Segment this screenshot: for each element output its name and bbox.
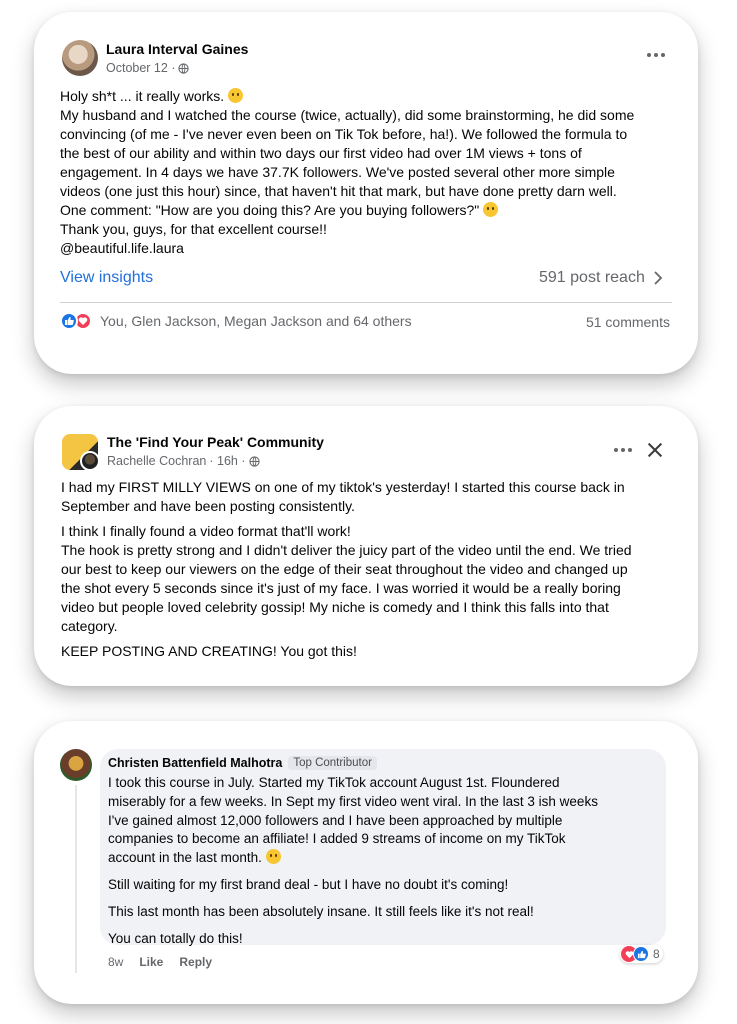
globe-icon xyxy=(178,62,190,74)
comment-line: This last month has been absolutely insa… xyxy=(108,903,534,919)
post-reach[interactable]: 591 post reach xyxy=(539,269,663,287)
body-line: convincing (of me - I've never even been… xyxy=(60,126,628,142)
grinning-emoji-icon xyxy=(228,88,244,103)
like-reaction-icon xyxy=(633,946,649,962)
commenter-name[interactable]: Christen Battenfield Malhotra xyxy=(108,756,282,770)
smile-emoji-icon xyxy=(265,849,281,865)
author-name[interactable]: Rachelle Cochran xyxy=(107,454,206,468)
post-meta: October 12 · xyxy=(106,61,190,75)
globe-icon xyxy=(248,455,260,467)
comment-time[interactable]: 8w xyxy=(108,955,123,969)
more-icon[interactable] xyxy=(647,53,665,57)
mention-link[interactable]: @beautiful.life.laura xyxy=(60,239,680,258)
body-line: I had my FIRST MILLY VIEWS on one of my … xyxy=(61,479,625,495)
commenter-avatar[interactable] xyxy=(60,749,92,781)
comment-bubble: Christen Battenfield Malhotra Top Contrib… xyxy=(100,749,666,948)
comment-reactions[interactable]: 8 xyxy=(620,945,663,963)
body-line: One comment: "How are you doing this? Ar… xyxy=(60,202,480,218)
comment-line: companies to become an affiliate! I adde… xyxy=(108,831,566,847)
like-reaction-icon xyxy=(60,312,78,330)
group-name[interactable]: The 'Find Your Peak' Community xyxy=(107,434,324,450)
author-avatar[interactable] xyxy=(80,451,100,471)
chevron-right-icon xyxy=(654,271,663,285)
post-date[interactable]: · 16h · xyxy=(209,454,245,468)
more-icon[interactable] xyxy=(614,448,632,452)
reply-button[interactable]: Reply xyxy=(179,955,212,969)
body-line: Holy sh*t ... it really works. xyxy=(60,88,225,104)
post-card-rachelle: The 'Find Your Peak' Community Rachelle … xyxy=(34,406,698,686)
body-line: I think I finally found a video format t… xyxy=(61,523,351,539)
body-line: video but people loved celebrity gossip!… xyxy=(61,599,609,615)
comment-reaction-count: 8 xyxy=(653,947,660,961)
reactions-summary[interactable]: You, Glen Jackson, Megan Jackson and 64 … xyxy=(60,312,412,330)
body-line: videos (one just this hour) since, that … xyxy=(60,183,617,199)
post-meta: Rachelle Cochran · 16h · xyxy=(107,454,260,468)
reactions-text: You, Glen Jackson, Megan Jackson and 64 … xyxy=(100,313,412,329)
comment-line: You can totally do this! xyxy=(108,930,243,946)
comment-line: miserably for a few weeks. In Sept my fi… xyxy=(108,793,598,809)
top-contributor-badge: Top Contributor xyxy=(288,756,377,770)
author-avatar[interactable] xyxy=(62,40,98,76)
view-insights-link[interactable]: View insights xyxy=(60,269,153,287)
comment-actions: 8w Like Reply xyxy=(108,955,212,969)
post-card-laura: Laura Interval Gaines October 12 · Holy … xyxy=(34,12,698,374)
body-line: Thank you, guys, for that excellent cour… xyxy=(60,221,327,237)
thread-line xyxy=(75,785,77,973)
body-line: the shot every 5 seconds since it's just… xyxy=(61,580,621,596)
author-name[interactable]: Laura Interval Gaines xyxy=(106,41,248,57)
like-button[interactable]: Like xyxy=(139,955,163,969)
body-line: category. xyxy=(61,618,118,634)
body-line: September and have been posting consiste… xyxy=(61,498,355,514)
body-line: our best to keep our viewers on the edge… xyxy=(61,561,628,577)
post-reach-label: 591 post reach xyxy=(539,269,645,286)
comment-line: account in the last month. xyxy=(108,850,262,866)
wink-emoji-icon xyxy=(483,202,499,217)
comment-line: Still waiting for my first brand deal - … xyxy=(108,876,509,892)
post-body: Holy sh*t ... it really works. My husban… xyxy=(60,87,680,258)
close-icon[interactable] xyxy=(647,442,663,458)
comment-card-christen: Christen Battenfield Malhotra Top Contrib… xyxy=(34,721,698,1004)
post-date[interactable]: October 12 · xyxy=(106,61,175,75)
body-line: The hook is pretty strong and I didn't d… xyxy=(61,542,632,558)
comment-line: I took this course in July. Started my T… xyxy=(108,775,560,790)
body-line: My husband and I watched the course (twi… xyxy=(60,107,635,123)
body-line: KEEP POSTING AND CREATING! You got this! xyxy=(61,643,357,659)
body-line: the best of our ability and within two d… xyxy=(60,145,582,161)
post-body: I had my FIRST MILLY VIEWS on one of my … xyxy=(61,478,681,661)
divider xyxy=(60,302,672,303)
comment-body: I took this course in July. Started my T… xyxy=(108,774,658,948)
comments-count[interactable]: 51 comments xyxy=(586,314,670,330)
body-line: engagement. In 4 days we have 37.7K foll… xyxy=(60,164,615,180)
comment-line: I've gained almost 12,000 followers and … xyxy=(108,812,563,828)
